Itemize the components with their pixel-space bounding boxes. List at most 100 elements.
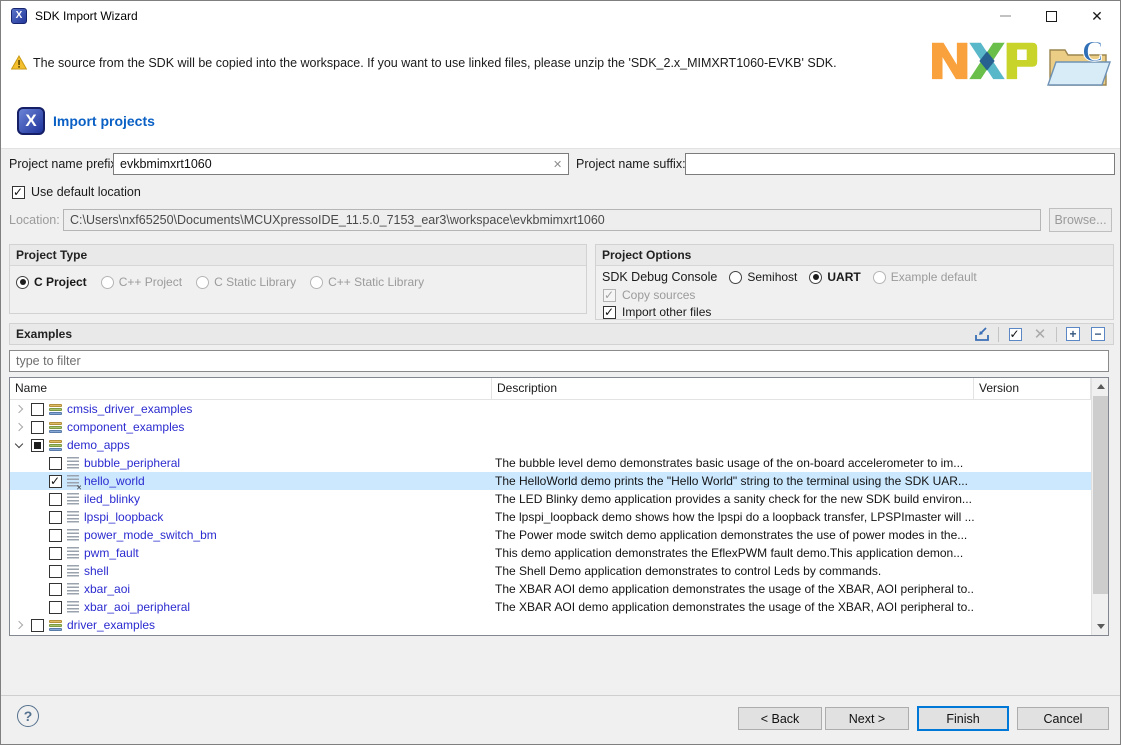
example-name-link[interactable]: iled_blinky bbox=[84, 492, 140, 506]
example-file-icon bbox=[67, 457, 79, 470]
tree-checkbox[interactable] bbox=[49, 583, 62, 596]
example-description: The LED Blinky demo application provides… bbox=[492, 492, 974, 506]
tree-row-pwm_fault[interactable]: pwm_faultThis demo application demonstra… bbox=[10, 544, 1091, 562]
tree-row-hello_world[interactable]: hello_world The HelloWorld demo prints th… bbox=[10, 472, 1091, 490]
example-name-link[interactable]: xbar_aoi_peripheral bbox=[84, 600, 190, 614]
maximize-button[interactable] bbox=[1028, 1, 1074, 31]
radio-example-default: Example default bbox=[873, 270, 977, 284]
example-file-icon bbox=[67, 475, 79, 488]
tree-checkbox[interactable] bbox=[31, 403, 44, 416]
use-default-location-checkbox[interactable] bbox=[12, 186, 25, 199]
tree-row-driver_examples[interactable]: driver_examples bbox=[10, 616, 1091, 634]
example-name-link[interactable]: power_mode_switch_bm bbox=[84, 528, 217, 542]
example-name-link[interactable]: hello_world bbox=[84, 474, 145, 488]
example-name-link[interactable]: demo_apps bbox=[67, 438, 130, 452]
expand-node-icon[interactable] bbox=[15, 405, 23, 413]
import-other-files-checkbox[interactable] bbox=[603, 306, 616, 319]
example-file-icon bbox=[67, 583, 79, 596]
tree-checkbox[interactable] bbox=[31, 421, 44, 434]
expand-all-icon[interactable]: + bbox=[1064, 326, 1082, 343]
category-stack-icon bbox=[49, 438, 62, 452]
branding: C bbox=[932, 35, 1112, 93]
column-header-name[interactable]: Name bbox=[10, 378, 492, 399]
tree-checkbox[interactable] bbox=[49, 475, 62, 488]
warning-message: The source from the SDK will be copied i… bbox=[33, 53, 837, 71]
example-file-icon bbox=[67, 529, 79, 542]
select-all-icon[interactable] bbox=[1006, 326, 1024, 343]
example-description: The HelloWorld demo prints the "Hello Wo… bbox=[492, 474, 974, 488]
example-file-icon bbox=[67, 565, 79, 578]
table-scrollbar[interactable] bbox=[1091, 378, 1108, 635]
help-button[interactable]: ? bbox=[17, 705, 39, 727]
tree-checkbox[interactable] bbox=[49, 565, 62, 578]
suffix-input[interactable] bbox=[685, 153, 1115, 175]
tree-row-demo_apps[interactable]: demo_apps bbox=[10, 436, 1091, 454]
tree-checkbox[interactable] bbox=[31, 439, 44, 452]
scroll-down-icon[interactable] bbox=[1092, 618, 1109, 635]
scroll-up-icon[interactable] bbox=[1092, 378, 1109, 395]
expand-node-icon[interactable] bbox=[15, 423, 23, 431]
radio-c-project[interactable]: C Project bbox=[16, 275, 87, 289]
browse-button: Browse... bbox=[1049, 208, 1112, 232]
radio-label: C++ Project bbox=[119, 275, 182, 289]
finish-button[interactable]: Finish bbox=[917, 706, 1009, 731]
example-name-link[interactable]: pwm_fault bbox=[84, 546, 139, 560]
minimize-button bbox=[982, 1, 1028, 31]
close-icon: ✕ bbox=[1091, 9, 1103, 23]
tree-checkbox[interactable] bbox=[49, 601, 62, 614]
name-cell: driver_examples bbox=[10, 616, 492, 634]
copy-sources-label: Copy sources bbox=[622, 288, 695, 302]
tree-row-lpspi_loopback[interactable]: lpspi_loopbackThe lpspi_loopback demo sh… bbox=[10, 508, 1091, 526]
tree-checkbox[interactable] bbox=[49, 493, 62, 506]
examples-filter-input[interactable] bbox=[9, 350, 1109, 372]
column-header-version[interactable]: Version bbox=[974, 378, 1091, 399]
example-name-link[interactable]: lpspi_loopback bbox=[84, 510, 163, 524]
example-description: The XBAR AOI demo application demonstrat… bbox=[492, 582, 974, 596]
import-other-files-label: Import other files bbox=[622, 305, 711, 319]
radio-label: Semihost bbox=[747, 270, 797, 284]
example-description: The Power mode switch demo application d… bbox=[492, 528, 974, 542]
button-bar: ? < Back Next > Finish Cancel bbox=[1, 695, 1120, 745]
import-projects-icon: X bbox=[17, 107, 45, 135]
example-description: The XBAR AOI demo application demonstrat… bbox=[492, 600, 974, 614]
close-button[interactable]: ✕ bbox=[1074, 1, 1120, 31]
collapse-all-icon[interactable]: − bbox=[1089, 326, 1107, 343]
tree-row-bubble_peripheral[interactable]: bubble_peripheralThe bubble level demo d… bbox=[10, 454, 1091, 472]
collapse-node-icon[interactable] bbox=[15, 439, 23, 447]
example-name-link[interactable]: driver_examples bbox=[67, 618, 155, 632]
tree-checkbox[interactable] bbox=[49, 547, 62, 560]
import-example-icon[interactable] bbox=[973, 326, 991, 343]
column-header-description[interactable]: Description bbox=[492, 378, 974, 399]
tree-checkbox[interactable] bbox=[31, 619, 44, 632]
table-header: Name Description Version bbox=[10, 378, 1108, 400]
example-name-link[interactable]: xbar_aoi bbox=[84, 582, 130, 596]
example-name-link[interactable]: component_examples bbox=[67, 420, 184, 434]
prefix-input[interactable] bbox=[113, 153, 569, 175]
example-name-link[interactable]: cmsis_driver_examples bbox=[67, 402, 192, 416]
example-name-link[interactable]: shell bbox=[84, 564, 109, 578]
scrollbar-thumb[interactable] bbox=[1093, 396, 1108, 594]
tree-row-cmsis_driver_examples[interactable]: cmsis_driver_examples bbox=[10, 400, 1091, 418]
tree-checkbox[interactable] bbox=[49, 529, 62, 542]
toolbar-separator bbox=[1056, 327, 1057, 342]
category-stack-icon bbox=[49, 402, 62, 416]
tree-checkbox[interactable] bbox=[49, 457, 62, 470]
tree-row-component_examples[interactable]: component_examples bbox=[10, 418, 1091, 436]
next-button[interactable]: Next > bbox=[825, 707, 909, 730]
example-name-link[interactable]: bubble_peripheral bbox=[84, 456, 180, 470]
tree-checkbox[interactable] bbox=[49, 511, 62, 524]
clear-prefix-icon[interactable]: ✕ bbox=[553, 158, 562, 171]
example-file-icon bbox=[67, 511, 79, 524]
examples-tree-body: cmsis_driver_examples component_examplesd… bbox=[10, 400, 1091, 634]
back-button[interactable]: < Back bbox=[738, 707, 822, 730]
page-title: Import projects bbox=[53, 113, 155, 129]
radio-uart[interactable]: UART bbox=[809, 270, 860, 284]
tree-row-xbar_aoi[interactable]: xbar_aoi The XBAR AOI demo application de… bbox=[10, 580, 1091, 598]
tree-row-shell[interactable]: shellThe Shell Demo application demonstr… bbox=[10, 562, 1091, 580]
tree-row-power_mode_switch_bm[interactable]: power_mode_switch_bm The Power mode switc… bbox=[10, 526, 1091, 544]
tree-row-xbar_aoi_peripheral[interactable]: xbar_aoi_peripheral The XBAR AOI demo app… bbox=[10, 598, 1091, 616]
radio-semihost[interactable]: Semihost bbox=[729, 270, 797, 284]
cancel-button[interactable]: Cancel bbox=[1017, 707, 1109, 730]
tree-row-iled_blinky[interactable]: iled_blinky The LED Blinky demo applicati… bbox=[10, 490, 1091, 508]
expand-node-icon[interactable] bbox=[15, 621, 23, 629]
